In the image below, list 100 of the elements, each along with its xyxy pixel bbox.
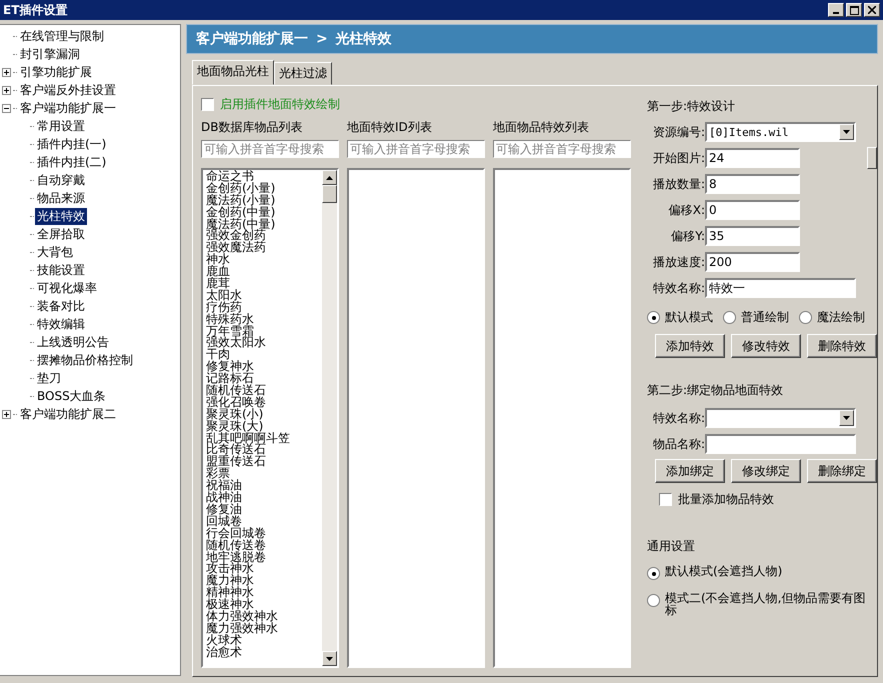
list-item[interactable]: 金创药(中量) bbox=[206, 206, 319, 219]
list-item[interactable]: 聚灵珠(小) bbox=[206, 408, 319, 421]
list-item[interactable]: 魔法药(小量) bbox=[206, 194, 319, 207]
list-item[interactable]: 攻击神水 bbox=[206, 563, 319, 576]
expand-icon[interactable] bbox=[2, 86, 11, 94]
expand-icon[interactable] bbox=[2, 68, 11, 76]
list-item[interactable]: 回城卷 bbox=[206, 516, 319, 528]
list-item[interactable]: 修复神水 bbox=[206, 361, 319, 374]
search-field[interactable]: 可输入拼音首字母搜索 bbox=[347, 140, 485, 158]
scroll-thumb[interactable] bbox=[322, 185, 337, 203]
list-item[interactable]: 随机传送卷 bbox=[206, 540, 319, 552]
tree-item[interactable]: 可视化爆率 bbox=[35, 280, 99, 296]
radio-button[interactable] bbox=[647, 311, 660, 324]
list-item[interactable]: 万年雪霜 bbox=[206, 326, 319, 338]
radio-button[interactable] bbox=[799, 311, 812, 324]
close-button[interactable] bbox=[864, 3, 880, 17]
tree-item[interactable]: 特效编辑 bbox=[35, 316, 87, 332]
tree-item[interactable]: 插件内挂(一) bbox=[35, 136, 108, 152]
tab[interactable]: 地面物品光柱 bbox=[192, 60, 274, 85]
list-item[interactable]: 强化召唤卷 bbox=[206, 396, 319, 409]
radio-button[interactable] bbox=[647, 594, 660, 607]
tree-item[interactable]: 物品来源 bbox=[35, 190, 87, 206]
tree-item[interactable]: 自动穿戴 bbox=[35, 172, 87, 188]
action-button[interactable]: 添加绑定 bbox=[655, 459, 725, 483]
list-item[interactable]: 聚灵珠(大) bbox=[206, 420, 319, 433]
tree-item[interactable]: 客户端功能扩展二 bbox=[18, 406, 118, 422]
list-item[interactable]: 火球术 bbox=[206, 634, 319, 647]
input-field[interactable]: 24 bbox=[705, 148, 800, 168]
radio-button[interactable] bbox=[647, 567, 660, 580]
action-button[interactable]: 修改特效 bbox=[731, 334, 801, 358]
tree-item[interactable]: 引擎功能扩展 bbox=[18, 64, 94, 80]
tree-item[interactable]: 客户端反外挂设置 bbox=[18, 82, 118, 98]
side-button[interactable] bbox=[867, 147, 877, 169]
tree-item[interactable]: 技能设置 bbox=[35, 262, 87, 278]
dropdown-field[interactable] bbox=[705, 408, 856, 428]
list-item[interactable]: 彩票 bbox=[206, 468, 319, 480]
tree-item[interactable]: BOSS大血条 bbox=[35, 388, 108, 404]
tree-item[interactable]: 客户端功能扩展一 bbox=[18, 100, 118, 116]
list-item[interactable]: 魔力强效神水 bbox=[206, 622, 319, 635]
list-item[interactable]: 战神油 bbox=[206, 492, 319, 504]
dropdown-icon[interactable] bbox=[839, 410, 854, 426]
search-field[interactable]: 可输入拼音首字母搜索 bbox=[493, 140, 631, 158]
list-item[interactable]: 地牢逃脱卷 bbox=[206, 552, 319, 564]
input-field[interactable]: 8 bbox=[705, 174, 800, 194]
action-button[interactable]: 删除特效 bbox=[807, 334, 877, 358]
tree-item[interactable]: 垫刀 bbox=[35, 370, 63, 386]
list-item[interactable]: 强效魔法药 bbox=[206, 242, 319, 254]
tab[interactable]: 光柱过滤 bbox=[274, 62, 332, 85]
list-item[interactable]: 体力强效神水 bbox=[206, 610, 319, 623]
list-item[interactable]: 强效金创药 bbox=[206, 230, 319, 242]
tree-item[interactable]: 常用设置 bbox=[35, 118, 87, 134]
input-field[interactable]: 35 bbox=[705, 226, 800, 246]
list-item[interactable]: 命运之书 bbox=[206, 171, 319, 183]
radio-button[interactable] bbox=[723, 311, 736, 324]
list-item[interactable]: 魔力神水 bbox=[206, 575, 319, 588]
tree-item[interactable]: 光柱特效 bbox=[35, 208, 87, 224]
tree-item[interactable]: 全屏拾取 bbox=[35, 226, 87, 242]
list-item[interactable]: 鹿茸 bbox=[206, 278, 319, 290]
input-field[interactable]: 特效一 bbox=[705, 278, 856, 298]
input-field[interactable]: 200 bbox=[705, 252, 800, 272]
expand-icon[interactable] bbox=[2, 410, 11, 418]
list-item[interactable]: 行会回城卷 bbox=[206, 528, 319, 540]
action-button[interactable]: 删除绑定 bbox=[807, 459, 877, 483]
list-item[interactable]: 鹿血 bbox=[206, 266, 319, 278]
scroll-down-icon[interactable] bbox=[322, 651, 337, 666]
list-item[interactable]: 极速神水 bbox=[206, 599, 319, 611]
dropdown-field[interactable]: [0]Items.wil bbox=[705, 122, 856, 142]
list-item[interactable]: 修复油 bbox=[206, 504, 319, 516]
input-field[interactable] bbox=[705, 434, 856, 454]
dropdown-icon[interactable] bbox=[839, 124, 854, 140]
list-item[interactable]: 比奇传送石 bbox=[206, 444, 319, 456]
action-button[interactable]: 修改绑定 bbox=[731, 459, 801, 483]
list-item[interactable]: 治愈术 bbox=[206, 646, 319, 659]
checkbox[interactable] bbox=[201, 98, 214, 111]
list-item[interactable]: 盟重传送石 bbox=[206, 456, 319, 468]
list-item[interactable]: 魔法药(中量) bbox=[206, 218, 319, 230]
checkbox[interactable] bbox=[659, 493, 672, 506]
list-item[interactable]: 祝福油 bbox=[206, 480, 319, 492]
tree-item[interactable]: 装备对比 bbox=[35, 298, 87, 314]
action-button[interactable]: 添加特效 bbox=[655, 334, 725, 358]
tree-item[interactable]: 上线透明公告 bbox=[35, 334, 111, 350]
tree-item[interactable]: 在线管理与限制 bbox=[18, 28, 106, 44]
list-item[interactable]: 太阳水 bbox=[206, 290, 319, 302]
list-item[interactable]: 随机传送石 bbox=[206, 385, 319, 397]
list-item[interactable]: 疗伤药 bbox=[206, 302, 319, 314]
tree-item[interactable]: 大背包 bbox=[35, 244, 75, 260]
list-item[interactable]: 强效太阳水 bbox=[206, 337, 319, 350]
search-field[interactable]: 可输入拼音首字母搜索 bbox=[201, 140, 339, 158]
minimize-button[interactable] bbox=[828, 3, 844, 17]
list-item[interactable]: 精神神水 bbox=[206, 587, 319, 600]
list-item[interactable]: 特殊药水 bbox=[206, 314, 319, 326]
tree-item[interactable]: 插件内挂(二) bbox=[35, 154, 108, 170]
scrollbar[interactable] bbox=[322, 170, 337, 666]
list-item[interactable]: 干肉 bbox=[206, 349, 319, 362]
input-field[interactable]: 0 bbox=[705, 200, 800, 220]
tree-item[interactable]: 封引擎漏洞 bbox=[18, 46, 82, 62]
collapse-icon[interactable] bbox=[2, 104, 11, 112]
list-item[interactable]: 乱其吧啊啊斗笠 bbox=[206, 432, 319, 444]
list-item[interactable]: 金创药(小量) bbox=[206, 182, 319, 195]
maximize-button[interactable] bbox=[846, 3, 862, 17]
